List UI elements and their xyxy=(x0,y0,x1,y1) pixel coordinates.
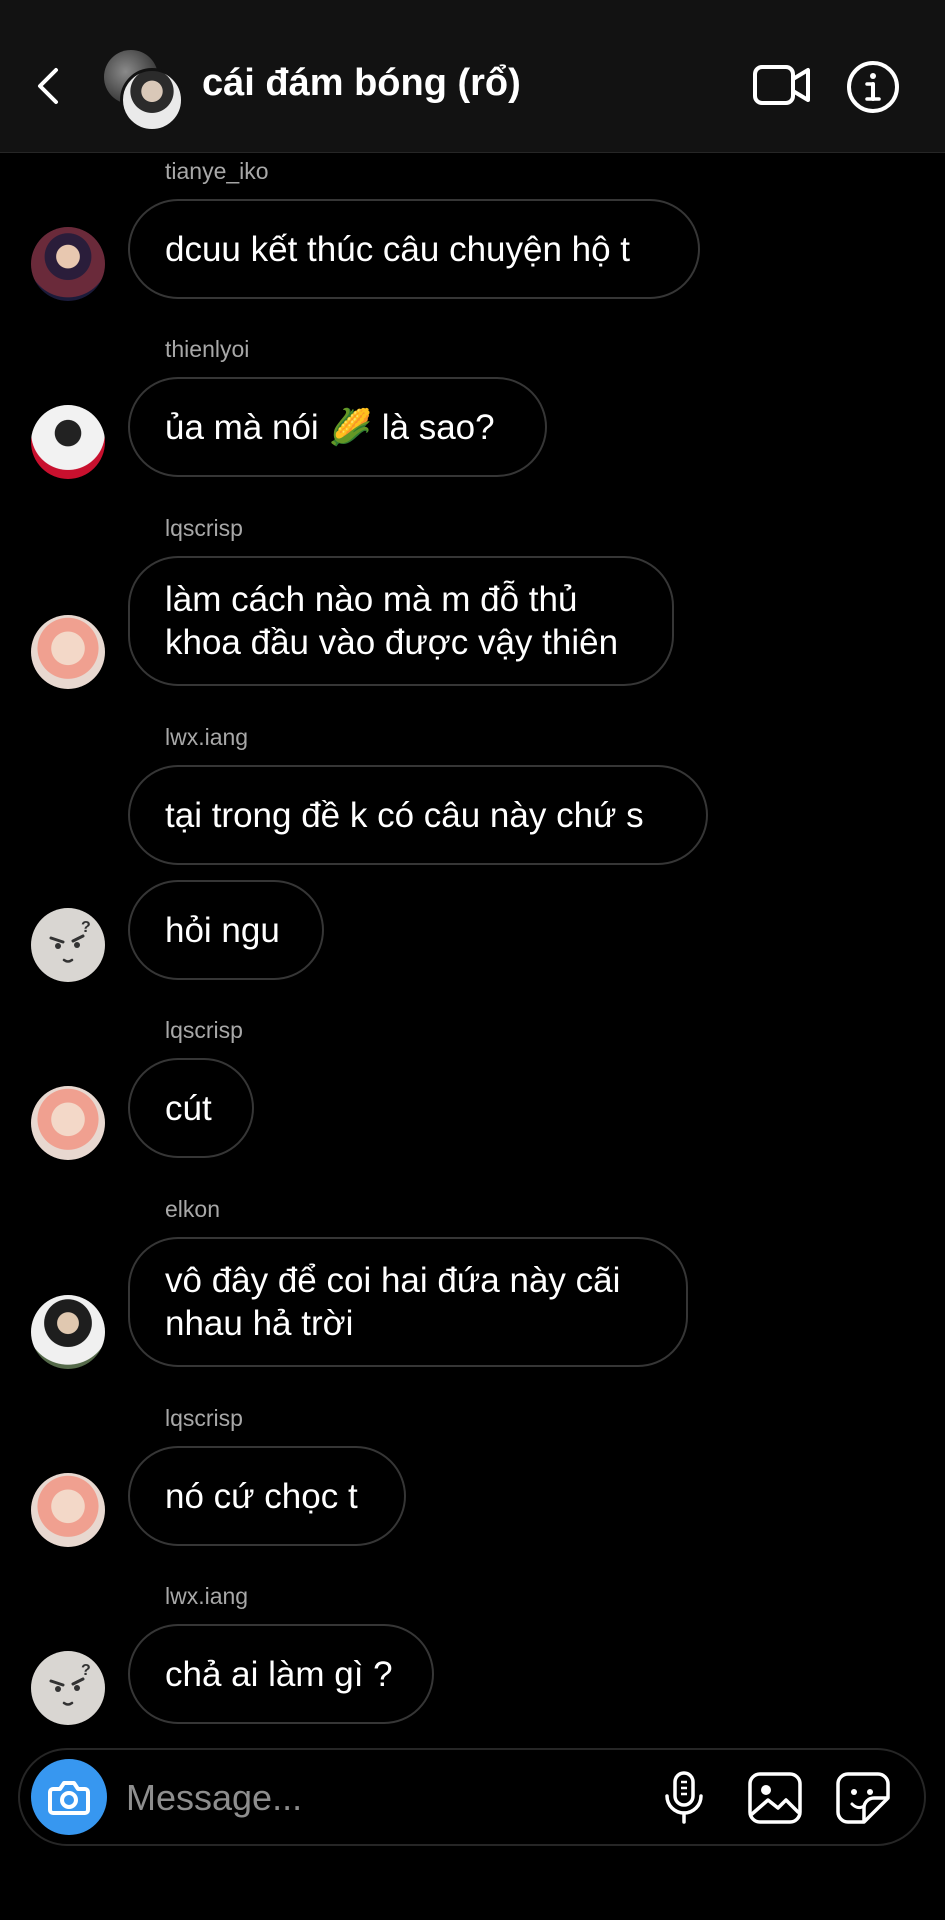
message-bubble[interactable]: dcuu kết thúc câu chuyện hộ t xyxy=(128,199,700,299)
message-composer xyxy=(18,1748,926,1846)
avatar[interactable] xyxy=(31,1473,105,1547)
message-text: ủa mà nói xyxy=(165,407,329,447)
sender-name: elkon xyxy=(165,1196,220,1222)
message-text-line: làm cách nào mà m đỗ thủ xyxy=(165,580,578,619)
message-bubble[interactable]: hỏi ngu xyxy=(128,880,324,980)
message-text: cút xyxy=(165,1088,212,1128)
message-bubble[interactable]: nó cứ chọc t xyxy=(128,1446,406,1546)
camera-icon[interactable] xyxy=(31,1759,107,1835)
corn-emoji: 🌽 xyxy=(328,407,373,447)
message-bubble[interactable]: ủa mà nói 🌽 là sao? xyxy=(128,377,547,477)
avatar[interactable] xyxy=(31,1086,105,1160)
sender-name: lqscrisp xyxy=(165,1405,243,1431)
message-text-line: vô đây để coi hai đứa này cãi xyxy=(165,1261,621,1300)
sender-name: lqscrisp xyxy=(165,515,243,541)
sender-name: lwx.iang xyxy=(165,1583,249,1609)
message-text: dcuu kết thúc câu chuyện hộ t xyxy=(165,229,631,269)
message-text: tại trong đề k có câu này chứ s xyxy=(165,795,644,835)
avatar[interactable]: ? xyxy=(31,908,105,982)
message-text: nó cứ chọc t xyxy=(165,1476,358,1516)
message-text: chả ai làm gì ? xyxy=(165,1654,393,1694)
chat-title[interactable]: cái đám bóng (rổ) xyxy=(202,62,521,105)
svg-text:?: ? xyxy=(81,1662,91,1679)
sender-name: lwx.iang xyxy=(165,724,249,750)
group-avatar[interactable] xyxy=(104,50,184,132)
message-input[interactable] xyxy=(124,1768,528,1828)
sender-name: tianye_iko xyxy=(165,158,269,184)
svg-text:?: ? xyxy=(81,919,91,936)
gallery-icon[interactable] xyxy=(746,1770,804,1826)
message-list[interactable]: tianye_iko dcuu kết thúc câu chuyện hộ t… xyxy=(0,153,945,1743)
message-bubble[interactable]: tại trong đề k có câu này chứ s xyxy=(128,765,708,865)
avatar[interactable] xyxy=(31,227,105,301)
message-text-line: nhau hả trời xyxy=(165,1304,354,1343)
chat-header: cái đám bóng (rổ) xyxy=(0,0,945,153)
message-bubble[interactable]: vô đây để coi hai đứa này cãi nhau hả tr… xyxy=(128,1237,688,1367)
avatar[interactable]: ? xyxy=(31,1651,105,1725)
avatar[interactable] xyxy=(31,1295,105,1369)
microphone-icon[interactable] xyxy=(658,1770,710,1826)
avatar[interactable] xyxy=(31,405,105,479)
sticker-icon[interactable] xyxy=(834,1770,892,1826)
message-bubble[interactable]: chả ai làm gì ? xyxy=(128,1624,434,1724)
sender-name: thienlyoi xyxy=(165,336,250,362)
message-bubble[interactable]: làm cách nào mà m đỗ thủ khoa đầu vào đư… xyxy=(128,556,674,686)
message-text: là sao? xyxy=(372,407,495,447)
back-chevron-icon[interactable] xyxy=(30,58,70,114)
group-avatar-front xyxy=(120,68,184,132)
message-text-line: khoa đầu vào được vậy thiên xyxy=(165,623,619,662)
avatar[interactable] xyxy=(31,615,105,689)
message-text: hỏi ngu xyxy=(165,910,280,950)
sender-name: lqscrisp xyxy=(165,1017,243,1043)
message-bubble[interactable]: cút xyxy=(128,1058,254,1158)
info-icon[interactable] xyxy=(846,60,900,114)
video-call-icon[interactable] xyxy=(752,62,812,108)
